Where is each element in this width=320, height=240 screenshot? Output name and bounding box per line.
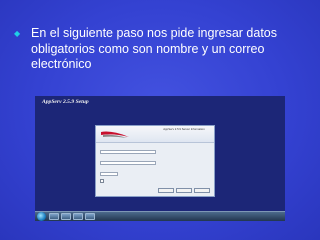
back-button[interactable] <box>158 188 174 193</box>
cancel-button[interactable] <box>194 188 210 193</box>
server-form <box>100 146 212 183</box>
option-checkbox[interactable] <box>100 179 104 183</box>
server-information-dialog: AppServ 2.5.9 Server Information <box>95 125 215 197</box>
field-label <box>100 157 212 160</box>
windows-start-icon[interactable] <box>37 212 46 221</box>
taskbar-app-icon[interactable] <box>73 213 83 220</box>
setup-screenshot: AppServ 2.5.9 Setup AppServ 2.5.9 Server… <box>35 96 285 221</box>
appserv-logo-icon <box>101 131 129 138</box>
dialog-header: AppServ 2.5.9 Server Information <box>96 126 214 143</box>
taskbar <box>35 211 285 221</box>
dialog-title: AppServ 2.5.9 Server Information <box>163 127 205 131</box>
dialog-buttons <box>158 188 210 193</box>
taskbar-app-icon[interactable] <box>85 213 95 220</box>
bullet-text: En el siguiente paso nos pide ingresar d… <box>31 26 277 71</box>
taskbar-app-icon[interactable] <box>61 213 71 220</box>
setup-window-title: AppServ 2.5.9 Setup <box>42 99 89 105</box>
field-label <box>100 168 212 171</box>
admin-email-field[interactable] <box>100 161 156 165</box>
field-label <box>100 146 212 149</box>
taskbar-app-icon[interactable] <box>49 213 59 220</box>
server-name-field[interactable] <box>100 150 156 154</box>
bullet-point: ◆ En el siguiente paso nos pide ingresar… <box>14 26 310 73</box>
next-button[interactable] <box>176 188 192 193</box>
http-port-field[interactable] <box>100 172 118 176</box>
diamond-bullet-icon: ◆ <box>14 29 21 38</box>
presentation-slide: ◆ En el siguiente paso nos pide ingresar… <box>0 0 320 240</box>
